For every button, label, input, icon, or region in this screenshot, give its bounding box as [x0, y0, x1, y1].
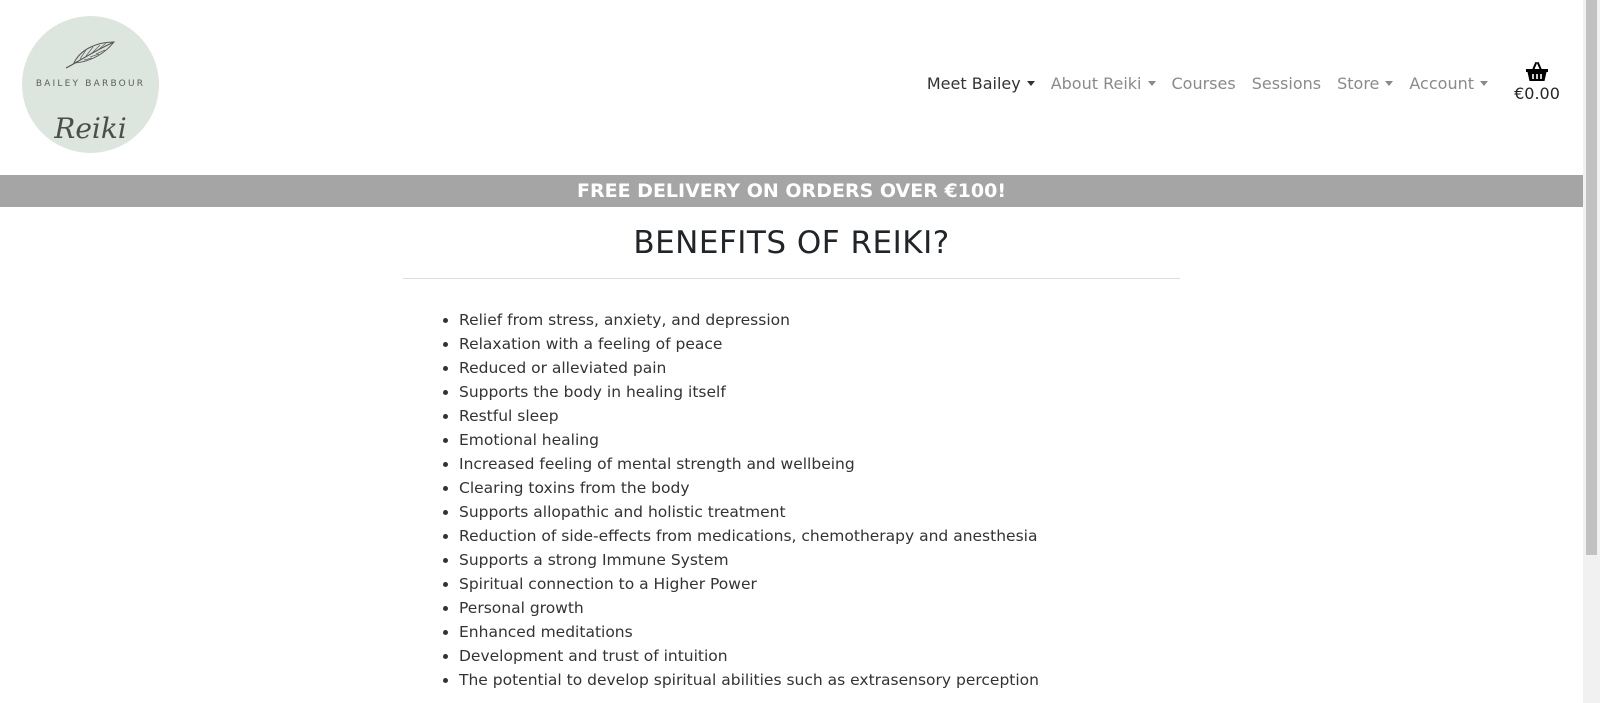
- nav-label: Store: [1337, 74, 1380, 93]
- logo-brand-script: Reiki: [54, 112, 127, 145]
- nav-courses[interactable]: Courses: [1172, 74, 1236, 93]
- caret-down-icon: [1147, 81, 1156, 86]
- nav-account[interactable]: Account: [1409, 74, 1488, 93]
- page-scrollbar[interactable]: [1583, 0, 1600, 703]
- nav-store[interactable]: Store: [1337, 74, 1394, 93]
- feather-icon: [65, 41, 116, 69]
- list-item: Clearing toxins from the body: [459, 476, 1180, 500]
- list-item: Reduced or alleviated pain: [459, 356, 1180, 380]
- list-item: Enhanced meditations: [459, 620, 1180, 644]
- list-item: Spiritual connection to a Higher Power: [459, 572, 1180, 596]
- cart-total: €0.00: [1514, 84, 1560, 103]
- main-nav: Meet Bailey About Reiki Courses Sessions…: [911, 74, 1488, 93]
- benefits-list: Relief from stress, anxiety, and depress…: [403, 308, 1180, 692]
- list-item: Reduction of side-effects from medicatio…: [459, 524, 1180, 548]
- caret-down-icon: [1480, 81, 1488, 86]
- page-title: BENEFITS OF REIKI?: [633, 225, 950, 261]
- list-item: The potential to develop spiritual abili…: [459, 668, 1180, 692]
- caret-down-icon: [1026, 81, 1035, 86]
- nav-label: Courses: [1171, 74, 1236, 93]
- list-item: Emotional healing: [459, 428, 1180, 452]
- scrollbar-thumb[interactable]: [1586, 0, 1597, 555]
- divider: [403, 278, 1180, 279]
- basket-icon: [1526, 62, 1548, 81]
- page: BAILEY BARBOUR Reiki Meet Bailey About R…: [0, 0, 1583, 703]
- list-item: Relief from stress, anxiety, and depress…: [459, 308, 1180, 332]
- list-item: Restful sleep: [459, 404, 1180, 428]
- main-content: BENEFITS OF REIKI? Relief from stress, a…: [403, 207, 1180, 692]
- list-item: Personal growth: [459, 596, 1180, 620]
- list-item: Development and trust of intuition: [459, 644, 1180, 668]
- list-item: Increased feeling of mental strength and…: [459, 452, 1180, 476]
- cart-button[interactable]: €0.00: [1509, 62, 1565, 103]
- nav-label: Meet Bailey: [926, 74, 1021, 93]
- site-header: BAILEY BARBOUR Reiki Meet Bailey About R…: [0, 0, 1583, 175]
- promo-banner: FREE DELIVERY ON ORDERS OVER €100!: [0, 175, 1583, 207]
- caret-down-icon: [1385, 81, 1394, 86]
- nav-label: Sessions: [1251, 74, 1322, 93]
- list-item: Supports allopathic and holistic treatme…: [459, 500, 1180, 524]
- nav-label: Account: [1409, 74, 1474, 93]
- list-item: Supports the body in healing itself: [459, 380, 1180, 404]
- logo-brand-name: BAILEY BARBOUR: [35, 79, 146, 89]
- nav-sessions[interactable]: Sessions: [1252, 74, 1321, 93]
- list-item: Relaxation with a feeling of peace: [459, 332, 1180, 356]
- nav-meet-bailey[interactable]: Meet Bailey: [927, 74, 1035, 93]
- nav-label: About Reiki: [1050, 74, 1142, 93]
- site-logo[interactable]: BAILEY BARBOUR Reiki: [22, 16, 159, 153]
- list-item: Supports a strong Immune System: [459, 548, 1180, 572]
- nav-about-reiki[interactable]: About Reiki: [1051, 74, 1156, 93]
